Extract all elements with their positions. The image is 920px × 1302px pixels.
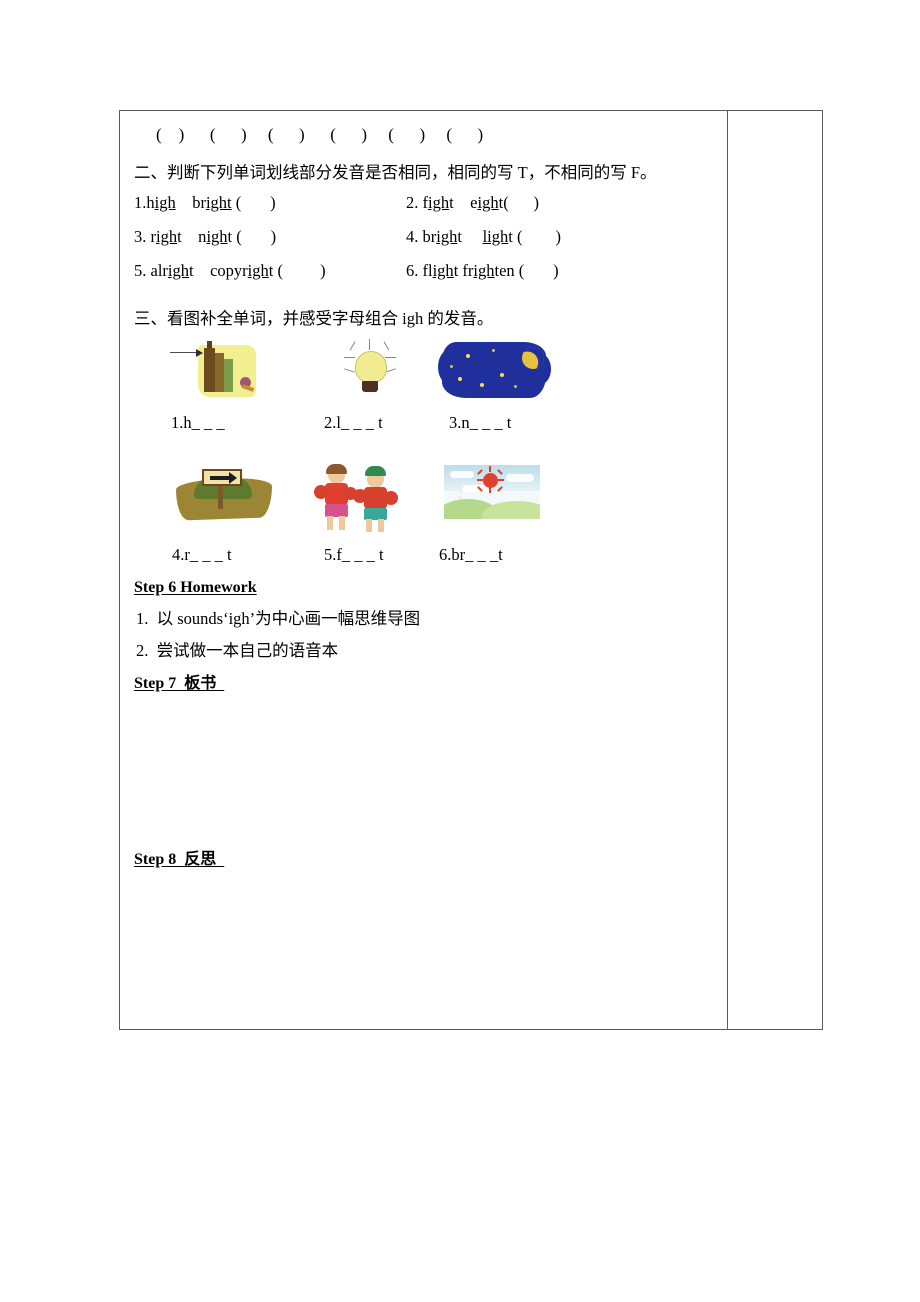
cloud-2 (506, 474, 534, 482)
sun-ray-1 (489, 466, 491, 472)
step-8-trailing-underline (216, 851, 224, 868)
picture-label-4: 4.r_ _ _ t (172, 545, 232, 564)
question-3-left: 3. right night ( ) (134, 227, 277, 246)
section-three-heading: 三、看图补全单词，并感受字母组合 igh 的发音。 (134, 309, 494, 328)
cloud-1 (450, 471, 474, 478)
boxer-left-leg-a (327, 516, 333, 530)
picture-row-two (134, 459, 717, 541)
building-tower-c (224, 359, 233, 392)
star-3 (458, 377, 462, 381)
night-sky-picture (436, 339, 556, 403)
star-2 (492, 349, 495, 352)
question-4-right: 4. bright light ( ) (406, 227, 561, 246)
step-6-heading-text: Step 6 Homework (134, 579, 257, 596)
step-8-heading: Step 8 反思 (134, 845, 717, 869)
sign-arrow-line (210, 476, 230, 480)
picture-label-1: 1.h_ _ _ (171, 413, 225, 432)
boxer-right-hair (365, 466, 386, 476)
bright-sun-picture (436, 461, 556, 531)
star-7 (450, 365, 453, 368)
star-4 (480, 383, 484, 387)
sign-arrow-head (229, 472, 237, 484)
homework-item-1: 1. 以 sounds‘igh’为中心画一幅思维导图 (136, 609, 421, 628)
sun-shape (483, 473, 498, 488)
boxer-right-leg-b (378, 519, 384, 532)
boxer-left-hair (326, 464, 347, 474)
worksheet-main-cell: ( ) ( ) ( ) ( ) ( ) ( ) 二、判断下列单词划线部分发音是否… (119, 110, 728, 1030)
bulb-ray-1 (349, 341, 356, 351)
step-6-heading: Step 6 Homework (134, 579, 717, 597)
question-5-left: 5. alright copyright ( ) (134, 261, 326, 280)
star-8 (526, 361, 529, 364)
question-row-1: 1.high bright ( ) 2. fight eight( ) (134, 189, 717, 219)
picture-label-3: 3.n_ _ _ t (449, 413, 512, 432)
boxer-right-glove-b (384, 491, 398, 505)
right-road-sign-picture (168, 461, 288, 531)
star-6 (514, 385, 517, 388)
fight-boxers-picture (310, 461, 420, 533)
scene-frame-shape (444, 465, 540, 519)
step-7-blank-area (134, 693, 717, 845)
sign-board-shape (202, 469, 242, 486)
bulb-ray-2 (369, 339, 370, 350)
question-6-right: 6. flight frighten ( ) (406, 261, 559, 280)
building-tower-a (204, 348, 215, 392)
arrow-head-shape (196, 349, 203, 357)
answer-parentheses-row: ( ) ( ) ( ) ( ) ( ) ( ) (156, 125, 484, 144)
light-bulb-picture (322, 339, 422, 403)
step-7-heading: Step 7 板书 (134, 669, 717, 693)
boxer-right-leg-a (366, 519, 372, 532)
question-row-2: 3. right night ( ) 4. bright light ( ) (134, 223, 717, 253)
bulb-ray-6 (344, 368, 355, 373)
bulb-ray-3 (383, 341, 390, 351)
step-8-blank-area (134, 869, 717, 999)
bulb-base-shape (362, 381, 378, 392)
star-1 (466, 354, 470, 358)
picture-label-6: 6.br_ _ _t (439, 545, 503, 564)
bulb-ray-4 (344, 357, 355, 358)
sun-ray-4 (498, 479, 504, 481)
bulb-ray-5 (385, 357, 396, 358)
worksheet-side-cell (727, 110, 823, 1030)
question-2-right: 2. fight eight( ) (406, 193, 539, 212)
picture-label-2: 2.l_ _ _ t (324, 413, 383, 432)
boxer-right-glove-a (353, 489, 367, 503)
picture-labels-row-one: 1.h_ _ _ 2.l_ _ _ t 3.n_ _ _ t (134, 413, 717, 439)
building-tower-b (215, 353, 224, 392)
homework-item-2: 2. 尝试做一本自己的语音本 (136, 641, 339, 660)
star-5 (500, 373, 504, 377)
high-building-picture (168, 339, 286, 403)
step-7-trailing-underline (216, 675, 224, 692)
worksheet-table: ( ) ( ) ( ) ( ) ( ) ( ) 二、判断下列单词划线部分发音是否… (119, 110, 823, 1030)
step-7-heading-text: Step 7 板书 (134, 675, 217, 692)
section-two-heading: 二、判断下列单词划线部分发音是否相同，相同的写 T，不相同的写 F。 (134, 163, 657, 182)
boxer-left-leg-b (339, 516, 345, 530)
picture-label-5: 5.f_ _ _ t (324, 545, 384, 564)
picture-labels-row-two: 4.r_ _ _ t 5.f_ _ _ t 6.br_ _ _t (134, 545, 717, 571)
document-page: ( ) ( ) ( ) ( ) ( ) ( ) 二、判断下列单词划线部分发音是否… (0, 0, 920, 1302)
picture-row-one (134, 339, 717, 411)
arrow-line-shape (170, 352, 198, 353)
step-8-heading-text: Step 8 反思 (134, 851, 217, 868)
question-row-3: 5. alright copyright ( ) 6. flight frigh… (134, 257, 717, 287)
question-1-left: 1.high bright ( ) (134, 193, 276, 212)
boxer-left-glove-a (314, 485, 328, 499)
